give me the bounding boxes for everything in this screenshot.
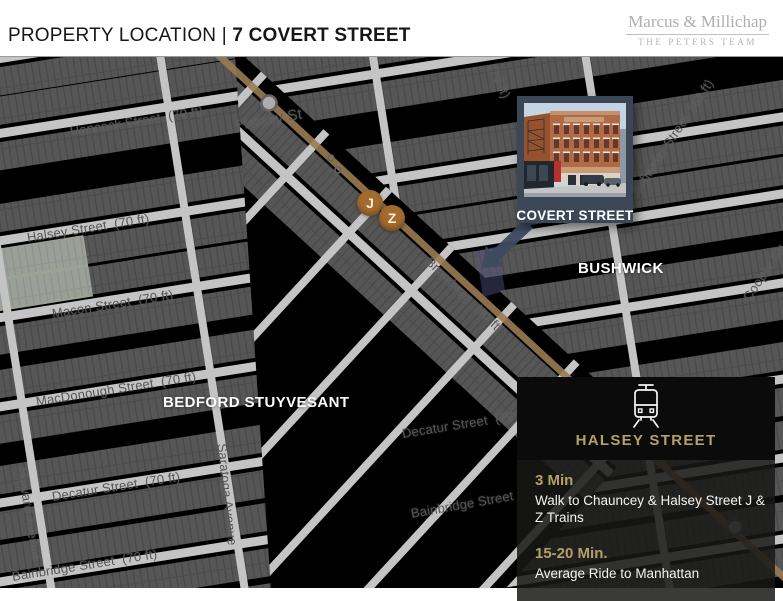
- page-title-prefix: PROPERTY LOCATION |: [8, 25, 233, 46]
- property-photo: [524, 103, 626, 197]
- transit-time: 15-20 Min.: [535, 545, 608, 562]
- tram-icon: [633, 384, 659, 428]
- transit-time-item: 3 Min Walk to Chauncey & Halsey Street J …: [535, 472, 769, 526]
- station-info-panel: HALSEY STREET 3 Min Walk to Chauncey & Ha…: [517, 377, 775, 601]
- station-name: HALSEY STREET: [575, 432, 717, 449]
- transit-time-item: 15-20 Min. Average Ride to Manhattan: [535, 545, 769, 582]
- subway-station-marker: [260, 94, 278, 112]
- page-title-property: 7 COVERT STREET: [232, 25, 411, 46]
- transit-description: Walk to Chauncey & Halsey Street J & Z T…: [535, 493, 765, 525]
- brand-team: THE PETERS TEAM: [638, 37, 758, 47]
- station-info-header: HALSEY STREET: [517, 377, 775, 460]
- property-photo-callout: COVERT STREET: [516, 96, 633, 223]
- transit-description: Average Ride to Manhattan: [535, 566, 700, 581]
- subway-line-badge-z: Z: [379, 205, 405, 231]
- brand-name: Marcus & Millichap: [626, 13, 769, 35]
- neighborhood-label: BUSHWICK: [578, 260, 664, 277]
- photo-caption: COVERT STREET: [516, 207, 634, 223]
- neighborhood-label: BEDFORD STUYVESANT: [163, 394, 350, 411]
- page-title: PROPERTY LOCATION | 7 COVERT STREET: [8, 25, 411, 47]
- brand-logo: Marcus & Millichap THE PETERS TEAM: [626, 13, 769, 47]
- transit-time: 3 Min: [535, 472, 574, 489]
- slide-header: PROPERTY LOCATION | 7 COVERT STREET Marc…: [0, 0, 783, 57]
- station-info-body: 3 Min Walk to Chauncey & Halsey Street J …: [517, 460, 775, 601]
